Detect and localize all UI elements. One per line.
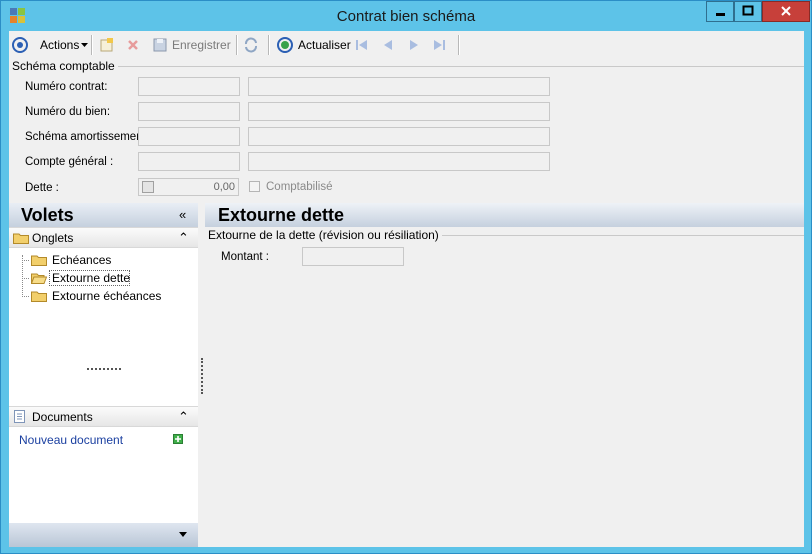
debt-value: 0,00	[213, 181, 235, 193]
pane-splitter[interactable]	[201, 358, 203, 394]
onglets-header[interactable]: Onglets ⌃	[9, 227, 198, 248]
amount-label: Montant :	[221, 251, 269, 263]
document-icon	[14, 410, 25, 423]
close-button[interactable]	[762, 1, 810, 22]
content-header: Extourne dette	[205, 203, 804, 227]
section-splitter[interactable]	[87, 368, 121, 373]
collapse-up-icon[interactable]: ⌃	[178, 409, 189, 425]
contract-number-field[interactable]	[138, 77, 240, 96]
collapse-panel-icon[interactable]: «	[179, 207, 186, 222]
client-area: Actions Enregistrer Actualiser Schéma co…	[9, 31, 804, 547]
new-document-icon	[100, 38, 113, 52]
comptabilise-checkbox[interactable]	[249, 181, 260, 192]
refresh-button[interactable]: Actualiser	[276, 36, 351, 54]
toolbar-separator	[91, 35, 93, 55]
first-icon	[356, 40, 367, 50]
maximize-icon	[742, 5, 754, 16]
new-button[interactable]	[99, 36, 115, 54]
collapse-up-icon[interactable]: ⌃	[178, 230, 189, 246]
asset-number-field[interactable]	[138, 102, 240, 121]
save-icon	[153, 38, 167, 52]
amount-field[interactable]	[302, 247, 404, 266]
depreciation-schema-field[interactable]	[138, 127, 240, 146]
actions-menu-button[interactable]: Actions	[40, 36, 89, 54]
actions-label: Actions	[40, 38, 80, 52]
schema-group-title: Schéma comptable	[12, 59, 118, 73]
next-icon	[410, 40, 418, 50]
tree-connector	[22, 296, 29, 297]
refresh-icon	[277, 37, 293, 53]
add-icon[interactable]	[173, 434, 183, 444]
depreciation-schema-name-field[interactable]	[248, 127, 550, 146]
general-account-label: Compte général :	[25, 156, 114, 168]
tree-connector	[22, 260, 29, 261]
volets-header: Volets «	[9, 203, 198, 227]
next-record-button[interactable]	[406, 36, 422, 54]
save-label: Enregistrer	[172, 38, 231, 52]
toolbar-separator	[458, 35, 460, 55]
extourne-group-title: Extourne de la dette (révision ou résili…	[208, 228, 442, 242]
onglets-title: Onglets	[32, 231, 74, 245]
app-window: Contrat bien schéma Actions Enregistrer …	[0, 0, 812, 554]
tab-label: Extourne échéances	[52, 289, 162, 303]
folder-icon	[13, 233, 29, 244]
panel-bottom-bar	[9, 523, 198, 547]
delete-button[interactable]	[125, 36, 141, 54]
minimize-button[interactable]	[706, 1, 734, 22]
toolbar: Actions Enregistrer Actualiser	[9, 31, 804, 59]
refresh-label: Actualiser	[298, 38, 351, 52]
depreciation-schema-label: Schéma amortissement	[25, 131, 146, 143]
minimize-icon	[716, 13, 725, 16]
volets-title: Volets	[21, 205, 74, 225]
contract-name-field[interactable]	[248, 77, 550, 96]
title-bar: Contrat bien schéma	[1, 1, 811, 31]
sync-icon	[245, 37, 257, 53]
volets-panel: Volets « Onglets ⌃ Echéances Extourne de…	[9, 203, 198, 547]
last-icon	[434, 40, 445, 50]
debt-field[interactable]: 0,00	[138, 178, 239, 196]
asset-name-field[interactable]	[248, 102, 550, 121]
target-icon	[12, 37, 28, 53]
documents-title: Documents	[32, 410, 93, 424]
previous-icon	[384, 40, 392, 50]
first-record-button[interactable]	[354, 36, 370, 54]
debt-picker-button[interactable]	[142, 181, 154, 193]
general-account-name-field[interactable]	[248, 152, 550, 171]
maximize-button[interactable]	[734, 1, 762, 22]
debt-label: Dette :	[25, 182, 59, 194]
content-pane: Extourne dette Extourne de la dette (rév…	[205, 203, 804, 547]
tree-connector	[22, 255, 23, 295]
folder-icon	[31, 291, 47, 302]
contract-number-label: Numéro contrat:	[25, 81, 108, 93]
toolbar-separator	[268, 35, 270, 55]
documents-header[interactable]: Documents ⌃	[9, 406, 198, 427]
toolbar-separator	[236, 35, 238, 55]
new-document-link[interactable]: Nouveau document	[19, 433, 123, 447]
delete-icon	[128, 40, 138, 50]
folder-icon	[31, 255, 47, 266]
chevron-down-icon	[81, 43, 89, 47]
asset-number-label: Numéro du bien:	[25, 106, 111, 118]
close-icon	[781, 6, 791, 16]
sync-button[interactable]	[243, 36, 259, 54]
group-border	[437, 235, 804, 236]
chevron-down-icon[interactable]	[179, 532, 188, 538]
tree-connector	[22, 278, 29, 279]
last-record-button[interactable]	[431, 36, 447, 54]
open-folder-icon	[31, 273, 47, 284]
tab-label: Extourne dette	[52, 271, 131, 285]
previous-record-button[interactable]	[380, 36, 396, 54]
comptabilise-label: Comptabilisé	[266, 181, 333, 193]
group-border	[117, 66, 804, 67]
save-button[interactable]: Enregistrer	[152, 36, 231, 54]
content-title: Extourne dette	[218, 205, 345, 225]
tab-label: Echéances	[52, 253, 112, 267]
general-account-field[interactable]	[138, 152, 240, 171]
window-title: Contrat bien schéma	[336, 8, 476, 25]
target-button[interactable]	[11, 36, 29, 54]
